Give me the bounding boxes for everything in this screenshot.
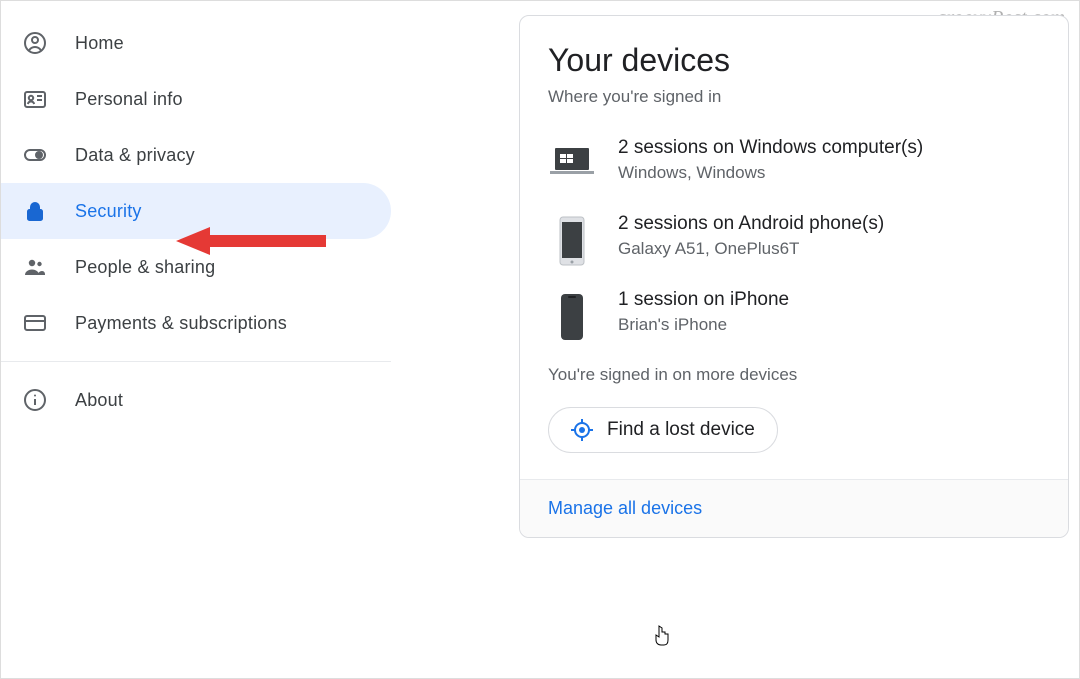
sidebar-item-about[interactable]: About	[1, 372, 391, 428]
sidebar: Home Personal info Data & privacy Securi…	[1, 15, 391, 428]
device-title: 2 sessions on Android phone(s)	[618, 213, 884, 235]
device-title: 2 sessions on Windows computer(s)	[618, 137, 923, 159]
toggle-icon	[23, 143, 47, 167]
info-icon	[23, 388, 47, 412]
sidebar-item-label: Security	[75, 201, 142, 222]
android-device-icon	[548, 217, 596, 265]
device-sub: Windows, Windows	[618, 163, 923, 183]
find-lost-device-button[interactable]: Find a lost device	[548, 407, 778, 453]
divider	[1, 361, 391, 362]
target-icon	[571, 419, 593, 441]
iphone-device-icon	[548, 293, 596, 341]
lock-icon	[23, 199, 47, 223]
card-title: Your devices	[548, 42, 1040, 79]
find-button-label: Find a lost device	[607, 419, 755, 441]
sidebar-item-label: Personal info	[75, 89, 183, 110]
sidebar-item-label: About	[75, 390, 123, 411]
sidebar-item-data-privacy[interactable]: Data & privacy	[1, 127, 391, 183]
sidebar-item-label: People & sharing	[75, 257, 215, 278]
people-icon	[23, 255, 47, 279]
device-sub: Brian's iPhone	[618, 315, 789, 335]
device-sub: Galaxy A51, OnePlus6T	[618, 239, 884, 259]
sidebar-item-security[interactable]: Security	[1, 183, 391, 239]
more-devices: You're signed in on more devices	[548, 365, 1040, 385]
card-subtitle: Where you're signed in	[548, 87, 1040, 107]
cursor-icon	[654, 625, 670, 647]
sidebar-item-label: Payments & subscriptions	[75, 313, 287, 334]
device-row[interactable]: 2 sessions on Windows computer(s) Window…	[548, 137, 1040, 189]
sidebar-item-people-sharing[interactable]: People & sharing	[1, 239, 391, 295]
card-footer: Manage all devices	[520, 479, 1068, 537]
device-row[interactable]: 1 session on iPhone Brian's iPhone	[548, 289, 1040, 341]
sidebar-item-label: Data & privacy	[75, 145, 195, 166]
sidebar-item-home[interactable]: Home	[1, 15, 391, 71]
device-row[interactable]: 2 sessions on Android phone(s) Galaxy A5…	[548, 213, 1040, 265]
device-title: 1 session on iPhone	[618, 289, 789, 311]
devices-card: Your devices Where you're signed in 2 se…	[519, 15, 1069, 538]
sidebar-item-personal-info[interactable]: Personal info	[1, 71, 391, 127]
card-icon	[23, 311, 47, 335]
id-card-icon	[23, 87, 47, 111]
windows-device-icon	[548, 141, 596, 189]
sidebar-item-label: Home	[75, 33, 124, 54]
sidebar-item-payments[interactable]: Payments & subscriptions	[1, 295, 391, 351]
manage-all-devices-link[interactable]: Manage all devices	[548, 498, 702, 518]
home-icon	[23, 31, 47, 55]
